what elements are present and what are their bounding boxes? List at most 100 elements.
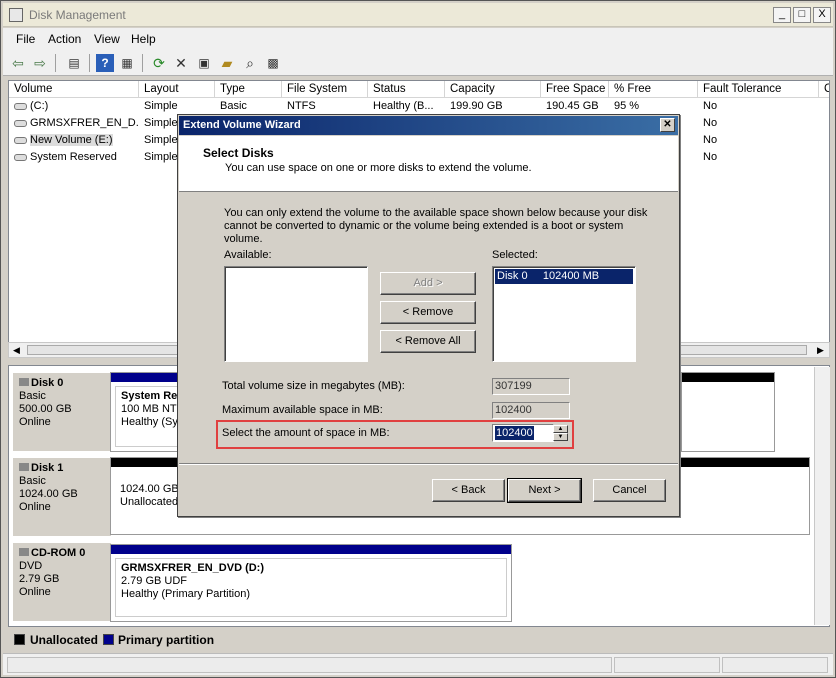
close-button[interactable]: X bbox=[813, 7, 831, 23]
partition-title: GRMSXFRER_EN_DVD (D:) bbox=[121, 562, 265, 574]
column-layout[interactable]: Layout bbox=[139, 81, 215, 98]
wizard-close-button[interactable]: ✕ bbox=[660, 118, 675, 132]
disk-type: Basic bbox=[19, 390, 46, 402]
column-type[interactable]: Type bbox=[215, 81, 282, 98]
menu-file[interactable]: File bbox=[16, 32, 35, 46]
unallocated-bar bbox=[682, 373, 774, 382]
next-button[interactable]: Next > bbox=[507, 478, 582, 503]
delete-icon[interactable]: ✕ bbox=[172, 54, 190, 72]
volume-layout: Simple bbox=[144, 134, 178, 146]
volume-name: System Reserved bbox=[30, 151, 117, 163]
volume-name: GRMSXFRER_EN_D... bbox=[30, 117, 139, 129]
volume-layout: Simple bbox=[144, 100, 178, 112]
volume-list-header: Volume Layout Type File System Status Ca… bbox=[9, 81, 829, 98]
volume-capacity: 199.90 GB bbox=[450, 100, 503, 112]
volume-icon bbox=[14, 137, 27, 144]
volume-fault-tolerance: No bbox=[703, 151, 718, 163]
volume-icon bbox=[14, 103, 27, 110]
partition-status: Healthy (Primary Partition) bbox=[121, 588, 250, 600]
forward-icon[interactable]: ⇨ bbox=[31, 54, 49, 72]
primary-swatch bbox=[103, 634, 114, 645]
help-icon[interactable]: ? bbox=[96, 54, 114, 72]
column-capacity[interactable]: Capacity bbox=[445, 81, 541, 98]
partition-info: 2.79 GB UDF bbox=[121, 575, 188, 587]
wizard-title-bar: Extend Volume Wizard bbox=[179, 116, 678, 135]
cdrom-0-label[interactable]: CD-ROM 0 DVD 2.79 GB Online bbox=[12, 542, 112, 622]
minimize-button[interactable]: _ bbox=[773, 7, 791, 23]
disk-management-icon bbox=[9, 8, 23, 22]
total-size-label: Total volume size in megabytes (MB): bbox=[222, 380, 405, 392]
disk-1-label[interactable]: Disk 1 Basic 1024.00 GB Online bbox=[12, 457, 112, 537]
status-segment bbox=[7, 657, 612, 673]
disk-icon bbox=[19, 378, 29, 386]
column-percent-free[interactable]: % Free bbox=[609, 81, 698, 98]
column-fault-tolerance[interactable]: Fault Tolerance bbox=[698, 81, 819, 98]
volume-layout: Simple bbox=[144, 117, 178, 129]
menu-action[interactable]: Action bbox=[48, 32, 81, 46]
disk-state: Online bbox=[19, 416, 51, 428]
add-button[interactable]: Add > bbox=[380, 272, 476, 295]
properties-view-icon[interactable]: ▦ bbox=[118, 54, 136, 72]
disk-size: 500.00 GB bbox=[19, 403, 72, 415]
menu-help[interactable]: Help bbox=[131, 32, 156, 46]
status-segment bbox=[614, 657, 720, 673]
column-file-system[interactable]: File System bbox=[282, 81, 368, 98]
disk-0-label[interactable]: Disk 0 Basic 500.00 GB Online bbox=[12, 372, 112, 452]
wizard-header: Select Disks You can use space on one or… bbox=[179, 136, 678, 192]
cdrom-icon bbox=[19, 548, 29, 556]
export-icon[interactable]: ▩ bbox=[264, 54, 282, 72]
column-overhead[interactable]: C bbox=[819, 81, 829, 98]
volume-row[interactable]: (C:) Simple Basic NTFS Healthy (B... 199… bbox=[9, 98, 829, 115]
volume-file-system: NTFS bbox=[287, 100, 316, 112]
partition-disk-0-end[interactable] bbox=[681, 372, 775, 452]
scroll-left-icon[interactable]: ◀ bbox=[13, 345, 20, 356]
disk-icon bbox=[19, 463, 29, 471]
amount-highlight-box bbox=[216, 420, 574, 449]
partition-title: System Re bbox=[121, 390, 178, 402]
toolbar-separator bbox=[142, 54, 143, 72]
column-status[interactable]: Status bbox=[368, 81, 445, 98]
scroll-right-icon[interactable]: ▶ bbox=[817, 345, 824, 356]
selected-disk-item[interactable]: Disk 0 102400 MB bbox=[495, 269, 633, 284]
remove-all-button[interactable]: < Remove All bbox=[380, 330, 476, 353]
remove-button[interactable]: < Remove bbox=[380, 301, 476, 324]
properties-icon[interactable]: ▣ bbox=[195, 54, 213, 72]
info-text-line3: volume. bbox=[224, 233, 263, 245]
open-icon[interactable]: ▰ bbox=[218, 54, 236, 72]
maximize-button[interactable]: □ bbox=[793, 7, 811, 23]
legend-unallocated: Unallocated bbox=[30, 633, 99, 647]
volume-fault-tolerance: No bbox=[703, 117, 718, 129]
column-volume[interactable]: Volume bbox=[9, 81, 139, 98]
max-space-field: 102400 bbox=[492, 402, 570, 419]
disk-type: Basic bbox=[19, 475, 46, 487]
volume-name: New Volume (E:) bbox=[30, 134, 113, 146]
menu-view[interactable]: View bbox=[94, 32, 120, 46]
primary-partition-bar bbox=[111, 545, 511, 554]
volume-layout: Simple bbox=[144, 151, 178, 163]
volume-free-space: 190.45 GB bbox=[546, 100, 599, 112]
disk-type: DVD bbox=[19, 560, 43, 572]
disk-size: 1024.00 GB bbox=[19, 488, 78, 500]
volume-icon bbox=[14, 120, 27, 127]
partition-dvd[interactable]: GRMSXFRER_EN_DVD (D:) 2.79 GB UDF Health… bbox=[110, 544, 512, 622]
extend-volume-wizard: Extend Volume Wizard ✕ Select Disks You … bbox=[177, 114, 680, 517]
vertical-scrollbar[interactable] bbox=[814, 367, 830, 625]
selected-disks-list[interactable]: Disk 0 102400 MB bbox=[492, 266, 636, 362]
back-button[interactable]: < Back bbox=[432, 479, 505, 502]
legend-primary: Primary partition bbox=[118, 633, 215, 647]
toolbar-separator bbox=[55, 54, 56, 72]
disk-size: 2.79 GB bbox=[19, 573, 60, 585]
disk-name: CD-ROM 0 bbox=[31, 547, 86, 559]
wizard-subheading: You can use space on one or more disks t… bbox=[225, 162, 532, 174]
legend: Unallocated Primary partition bbox=[8, 631, 830, 649]
back-icon[interactable]: ⇦ bbox=[9, 54, 27, 72]
column-free-space[interactable]: Free Space bbox=[541, 81, 609, 98]
console-tree-icon[interactable]: ▤ bbox=[65, 54, 83, 72]
cancel-button[interactable]: Cancel bbox=[593, 479, 666, 502]
refresh-icon[interactable]: ⟳ bbox=[150, 54, 168, 72]
wizard-heading: Select Disks bbox=[203, 146, 274, 160]
window-title: Disk Management bbox=[29, 8, 126, 22]
search-icon[interactable]: ⌕ bbox=[241, 54, 259, 72]
available-disks-list[interactable] bbox=[224, 266, 368, 362]
volume-type: Basic bbox=[220, 100, 247, 112]
